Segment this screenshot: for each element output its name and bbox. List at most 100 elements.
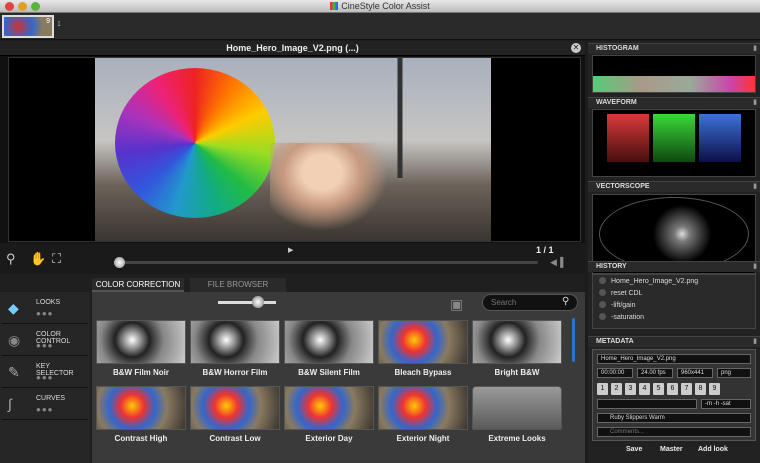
sidebar-item-curves[interactable]: ∫ CURVES ●●● (2, 390, 88, 420)
histogram-background (593, 56, 755, 76)
adjust-slider-field[interactable] (597, 399, 697, 409)
metadata-header[interactable]: METADATA ▮ (588, 336, 760, 347)
filename-field[interactable]: Home_Hero_Image_V2.png (597, 354, 751, 364)
fps-field[interactable]: 24.00 fps (637, 368, 673, 378)
panel-title: VECTORSCOPE (596, 183, 650, 190)
look-name: Exterior Night (396, 434, 450, 443)
history-item[interactable]: reset CDL (599, 289, 643, 300)
sidebar-item-key-selector[interactable]: ✎ KEY SELECTOR ●●● (2, 358, 88, 388)
history-item-label: Home_Hero_Image_V2.png (611, 278, 699, 285)
slot-button[interactable]: 2 (611, 383, 622, 395)
panel-toggle-icon[interactable]: ▮ (753, 98, 757, 106)
scrubber-handle[interactable] (114, 257, 125, 268)
look-name: Bleach Bypass (394, 368, 452, 377)
look-tile[interactable]: Contrast Low (190, 386, 280, 450)
looks-scrollbar[interactable] (572, 318, 575, 362)
sidebar-item-looks[interactable]: ◆ LOOKS ●●● (2, 294, 88, 324)
format-field[interactable]: png (717, 368, 751, 378)
app-title: CineStyle Color Assist (341, 1, 430, 11)
slot-button[interactable]: 8 (695, 383, 706, 395)
look-tile[interactable]: Extreme Looks (472, 386, 562, 450)
hand-icon[interactable]: ✋ (30, 251, 46, 267)
look-tile[interactable]: Bleach Bypass (378, 320, 468, 384)
preview-image (95, 58, 491, 241)
comments-field[interactable]: Comments... (597, 427, 751, 437)
image-viewer: Home_Hero_Image_V2.png (...) ✕ ⚲ ✋ ⛶ ▶ 1… (0, 41, 585, 273)
looks-grid: B&W Film Noir B&W Horror Film B&W Silent F… (96, 320, 566, 460)
slot-button[interactable]: 7 (681, 383, 692, 395)
look-tile[interactable]: Contrast High (96, 386, 186, 450)
panel-toggle-icon[interactable]: ▮ (753, 182, 757, 190)
timeline-scrubber[interactable] (114, 257, 538, 268)
waveform-header[interactable]: WAVEFORM ▮ (588, 97, 760, 108)
look-name-field[interactable]: Ruby Slippers Warm (597, 413, 751, 423)
slot-button[interactable]: 4 (639, 383, 650, 395)
history-item-label: -saturation (611, 314, 645, 321)
history-item[interactable]: -lift/gain (599, 301, 636, 312)
volume-icon[interactable]: ◀▐ (550, 257, 563, 268)
sidebar-item-label: CURVES (36, 395, 66, 402)
look-tile[interactable]: B&W Horror Film (190, 320, 280, 384)
look-tile[interactable]: Exterior Night (378, 386, 468, 450)
look-tile[interactable]: B&W Silent Film (284, 320, 374, 384)
search-icon[interactable]: ⚲ (562, 296, 569, 307)
viewer-title: Home_Hero_Image_V2.png (...) (226, 43, 359, 53)
fullscreen-icon[interactable]: ⛶ (52, 251, 61, 267)
sidebar-item-color-control[interactable]: ◉ COLOR CONTROL ●●● (2, 326, 88, 356)
curve-icon: ∫ (8, 396, 12, 412)
panel-toggle-icon[interactable]: ▮ (753, 337, 757, 345)
slot-button[interactable]: 1 (597, 383, 608, 395)
history-header[interactable]: HISTORY ▮ (588, 261, 760, 272)
history-item[interactable]: Home_Hero_Image_V2.png (599, 277, 698, 288)
bottom-panel: COLOR CORRECTION FILE BROWSER ◆ LOOKS ●●… (0, 274, 585, 463)
thumbnail-size-slider[interactable] (218, 296, 276, 308)
waveform-red (607, 114, 649, 162)
look-tile[interactable]: Bright B&W (472, 320, 562, 384)
slot-button[interactable]: 6 (667, 383, 678, 395)
look-thumbnail (96, 386, 186, 430)
look-thumbnail (190, 386, 280, 430)
panel-toggle-icon[interactable]: ▮ (753, 44, 757, 52)
look-tile[interactable]: Exterior Day (284, 386, 374, 450)
sidebar: ◆ LOOKS ●●● ◉ COLOR CONTROL ●●● ✎ KEY SE… (0, 292, 90, 463)
image-canvas[interactable] (8, 57, 581, 242)
color-wheel-icon: ◉ (8, 332, 21, 348)
timecode-field[interactable]: 00:00:00 (597, 368, 633, 378)
app-title-wrap: CineStyle Color Assist (0, 1, 760, 11)
look-name: Contrast Low (209, 434, 261, 443)
slot-button[interactable]: 5 (653, 383, 664, 395)
slot-button[interactable]: 9 (709, 383, 720, 395)
play-icon[interactable]: ▶ (288, 246, 293, 254)
numbered-slots: 123456789 (597, 383, 753, 395)
resolution-field[interactable]: 960x441 (677, 368, 713, 378)
slot-button[interactable]: 3 (625, 383, 636, 395)
page-indicator: 1 / 1 (536, 245, 554, 255)
waveform-view (592, 109, 756, 177)
vectorscope-header[interactable]: VECTORSCOPE ▮ (588, 181, 760, 192)
master-button[interactable]: Master (660, 446, 683, 453)
look-name: B&W Horror Film (202, 368, 268, 377)
zoom-icon[interactable]: ⚲ (6, 251, 16, 267)
history-item[interactable]: -saturation (599, 313, 644, 324)
tab-color-correction[interactable]: COLOR CORRECTION (92, 278, 184, 292)
slider-handle[interactable] (252, 296, 264, 308)
filmstrip-thumbnail[interactable]: 9 (2, 15, 54, 38)
folder-icon (472, 386, 562, 430)
look-tile[interactable]: B&W Film Noir (96, 320, 186, 384)
look-name: B&W Film Noir (113, 368, 169, 377)
close-icon[interactable]: ✕ (571, 43, 581, 53)
title-bar: CineStyle Color Assist (0, 0, 760, 13)
metadata-panel: Home_Hero_Image_V2.png 00:00:00 24.00 fp… (592, 349, 756, 441)
history-item-label: reset CDL (611, 290, 643, 297)
panel-toggle-icon[interactable]: ▮ (753, 262, 757, 270)
histogram-header[interactable]: HISTOGRAM ▮ (588, 43, 760, 54)
add-look-button[interactable]: Add look (698, 446, 728, 453)
look-thumbnail (284, 320, 374, 364)
filmstrip: 9 1 (0, 13, 760, 40)
history-dot-icon (599, 301, 606, 308)
camera-icon[interactable]: ▣ (450, 296, 463, 313)
adjust-field[interactable]: -m -h -sat (701, 399, 751, 409)
save-button[interactable]: Save (626, 446, 642, 453)
waveform-blue (699, 114, 741, 162)
tab-file-browser[interactable]: FILE BROWSER (190, 278, 286, 292)
